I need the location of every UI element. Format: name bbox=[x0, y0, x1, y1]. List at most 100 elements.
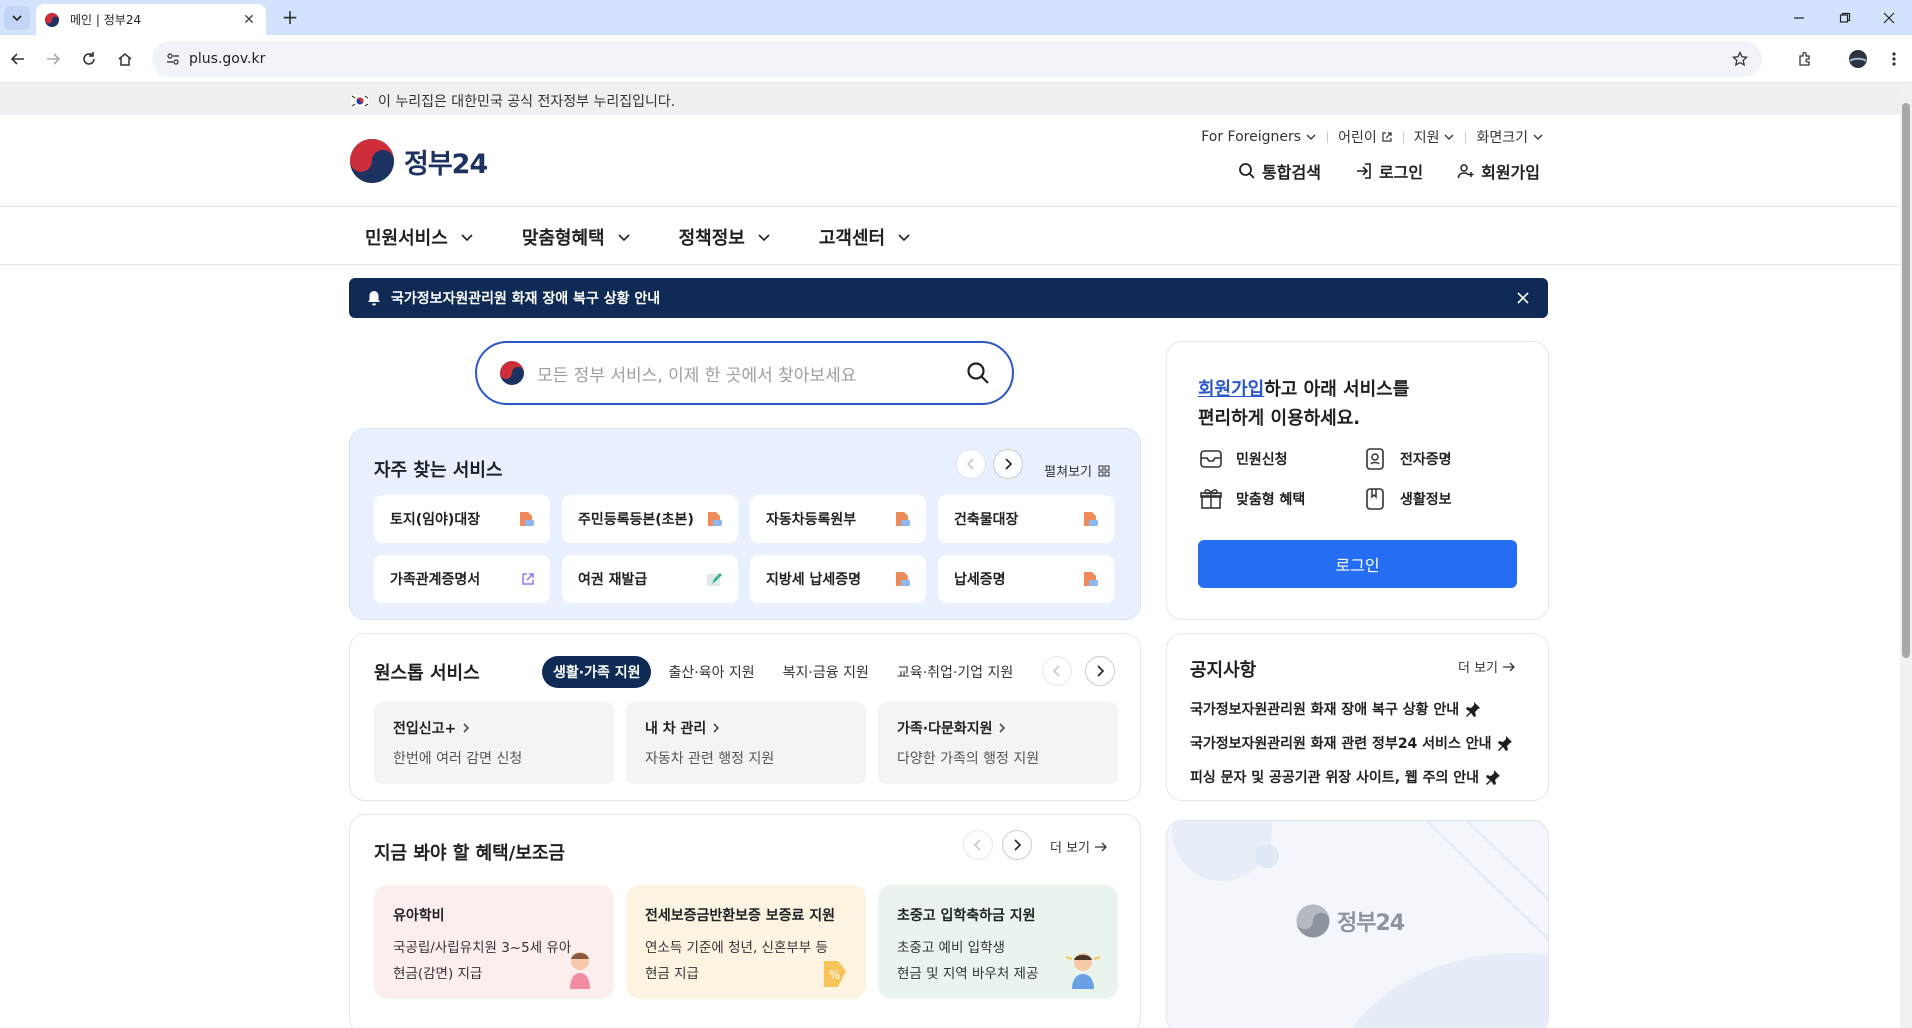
bookmark-star-icon[interactable] bbox=[1732, 51, 1748, 67]
search-input[interactable]: 모든 정부 서비스, 이제 한 곳에서 찾아보세요 bbox=[537, 361, 966, 386]
banner-logo-text: 정부24 bbox=[1337, 911, 1405, 936]
notice-title: 공지사항 bbox=[1190, 660, 1257, 681]
restore-icon[interactable] bbox=[1822, 0, 1868, 35]
site-info-icon[interactable] bbox=[165, 51, 181, 67]
extensions-icon[interactable] bbox=[1793, 47, 1817, 71]
browser-menu-icon[interactable] bbox=[1882, 47, 1906, 71]
chevron-down-icon bbox=[461, 234, 473, 242]
service-life-info[interactable]: 생활정보 bbox=[1362, 486, 1512, 512]
signup-inline-link[interactable]: 회원가입 bbox=[1198, 379, 1264, 400]
chevron-down-icon bbox=[898, 234, 910, 242]
unified-search-label: 통합검색 bbox=[1262, 163, 1321, 182]
service-label: 지방세 납세증명 bbox=[766, 572, 862, 588]
next-arrow-button[interactable] bbox=[1085, 656, 1115, 686]
frequent-service-item[interactable]: 가족관계증명서 bbox=[374, 555, 550, 603]
frequent-service-item[interactable]: 납세증명 bbox=[938, 555, 1114, 603]
benefit-item[interactable]: 전세보증금반환보증 보증료 지원 연소득 기준에 청년, 신혼부부 등 현금 지급… bbox=[626, 885, 866, 999]
notice-item[interactable]: 국가정보자원관리원 화재 장애 복구 상황 안내 bbox=[1190, 692, 1513, 726]
next-arrow-button[interactable] bbox=[993, 449, 1023, 479]
service-civil-application[interactable]: 민원신청 bbox=[1198, 446, 1362, 472]
gov24-emblem-icon bbox=[1296, 904, 1330, 938]
kids-link[interactable]: 어린이 bbox=[1338, 127, 1393, 147]
notice-item[interactable]: 국가정보자원관리원 화재 관련 정부24 서비스 안내 bbox=[1190, 726, 1513, 760]
support-menu[interactable]: 지원 bbox=[1414, 127, 1456, 147]
onestop-item-title: 가족·다문화지원 bbox=[897, 721, 993, 737]
gnb-custom-benefits[interactable]: 맞춤형혜택 bbox=[522, 224, 631, 250]
forward-icon[interactable] bbox=[41, 47, 65, 71]
gift-icon bbox=[1200, 489, 1222, 509]
for-foreigners-menu[interactable]: For Foreigners bbox=[1201, 129, 1317, 145]
promo-banner[interactable]: 정부24 bbox=[1166, 820, 1549, 1028]
frequent-service-item[interactable]: 토지(임야)대장 bbox=[374, 495, 550, 543]
benefits-more-link[interactable]: 더 보기 bbox=[1050, 837, 1108, 856]
search-icon[interactable] bbox=[966, 361, 990, 385]
tab-title: 메인 | 정부24 bbox=[70, 13, 142, 27]
login-promo-message: 회원가입하고 아래 서비스를 편리하게 이용하세요. bbox=[1198, 375, 1409, 433]
reload-icon[interactable] bbox=[77, 47, 101, 71]
unified-search-link[interactable]: 통합검색 bbox=[1238, 159, 1321, 183]
chevron-left-icon bbox=[966, 458, 974, 470]
gnb-policy-info[interactable]: 정책정보 bbox=[679, 224, 771, 250]
tab-close-icon[interactable]: ✕ bbox=[240, 11, 258, 29]
benefit-title: 초중고 입학축하금 지원 bbox=[897, 908, 1036, 924]
tab-education-jobs[interactable]: 교육·취업·기업 지원 bbox=[886, 656, 1024, 688]
support-label: 지원 bbox=[1413, 130, 1440, 146]
minimize-icon[interactable] bbox=[1776, 0, 1822, 35]
main-search-box[interactable]: 모든 정부 서비스, 이제 한 곳에서 찾아보세요 bbox=[475, 341, 1014, 405]
gnb-customer-center[interactable]: 고객센터 bbox=[819, 224, 911, 250]
login-link[interactable]: 로그인 bbox=[1355, 159, 1423, 183]
expand-view-button[interactable]: 펼쳐보기 bbox=[1044, 461, 1110, 480]
home-icon[interactable] bbox=[113, 47, 137, 71]
document-icon bbox=[520, 512, 534, 526]
prev-arrow-button[interactable] bbox=[963, 830, 993, 860]
tab-life-family[interactable]: 생활·가족 지원 bbox=[542, 656, 652, 688]
benefit-item[interactable]: 유아학비 국공립/사립유치원 3~5세 유아 현금(감면) 지급 bbox=[374, 885, 614, 999]
login-button[interactable]: 로그인 bbox=[1198, 540, 1517, 588]
next-arrow-button[interactable] bbox=[1002, 830, 1032, 860]
frequent-service-item[interactable]: 주민등록등본(초본) bbox=[562, 495, 738, 543]
tab-search-button[interactable] bbox=[4, 6, 30, 30]
notice-more-link[interactable]: 더 보기 bbox=[1458, 657, 1516, 676]
browser-tabstrip: 메인 | 정부24 ✕ + bbox=[0, 0, 1912, 35]
window-close-icon[interactable] bbox=[1866, 0, 1912, 35]
frequent-service-item[interactable]: 지방세 납세증명 bbox=[750, 555, 926, 603]
chevron-right-icon bbox=[713, 723, 720, 733]
user-plus-icon bbox=[1457, 164, 1474, 179]
frequent-service-item[interactable]: 자동차등록원부 bbox=[750, 495, 926, 543]
chevron-down-icon bbox=[1533, 134, 1543, 140]
notice-item[interactable]: 피싱 문자 및 공공기관 위장 사이트, 웹 주의 안내 bbox=[1190, 760, 1513, 794]
page-scrollbar[interactable] bbox=[1900, 83, 1912, 1028]
frequent-service-item[interactable]: 건축물대장 bbox=[938, 495, 1114, 543]
new-tab-button[interactable]: + bbox=[278, 7, 302, 29]
frequent-service-item[interactable]: 여권 재발급 bbox=[562, 555, 738, 603]
onestop-item[interactable]: 내 차 관리 자동차 관련 행정 지원 bbox=[626, 702, 866, 784]
site-logo[interactable]: 정부24 bbox=[348, 137, 488, 185]
browser-tab-active[interactable]: 메인 | 정부24 ✕ bbox=[36, 4, 266, 35]
service-digital-certificate[interactable]: 전자증명 bbox=[1362, 446, 1512, 472]
signup-link[interactable]: 회원가입 bbox=[1457, 159, 1540, 183]
notice-list: 국가정보자원관리원 화재 장애 복구 상황 안내 국가정보자원관리원 화재 관련… bbox=[1190, 692, 1513, 794]
service-custom-benefits[interactable]: 맞춤형 혜택 bbox=[1198, 486, 1362, 512]
profile-avatar[interactable] bbox=[1846, 47, 1870, 71]
notice-alert-bar[interactable]: 국가정보자원관리원 화재 장애 복구 상황 안내 bbox=[349, 278, 1548, 318]
scrollbar-thumb[interactable] bbox=[1902, 103, 1910, 658]
benefit-item[interactable]: 초중고 입학축하금 지원 초중고 예비 입학생 현금 및 지역 바우처 제공 bbox=[878, 885, 1118, 999]
divider bbox=[1465, 131, 1467, 143]
gnb-civil-services[interactable]: 민원서비스 bbox=[365, 224, 474, 250]
screen-size-menu[interactable]: 화면크기 bbox=[1476, 127, 1544, 147]
onestop-title: 원스톱 서비스 bbox=[374, 663, 480, 684]
back-icon[interactable] bbox=[6, 47, 30, 71]
onestop-item[interactable]: 가족·다문화지원 다양한 가족의 행정 지원 bbox=[878, 702, 1118, 784]
close-icon[interactable] bbox=[1516, 291, 1530, 305]
prev-arrow-button[interactable] bbox=[1042, 656, 1072, 686]
for-foreigners-label: For Foreigners bbox=[1201, 129, 1302, 145]
gov24-emblem-icon bbox=[500, 361, 524, 385]
onestop-item[interactable]: 전입신고+ 한번에 여러 감면 신청 bbox=[374, 702, 614, 784]
address-bar[interactable]: plus.gov.kr bbox=[152, 41, 1762, 77]
prev-arrow-button[interactable] bbox=[956, 449, 986, 479]
document-icon bbox=[896, 512, 910, 526]
tab-welfare-finance[interactable]: 복지·금융 지원 bbox=[772, 656, 880, 688]
service-label: 전자증명 bbox=[1400, 452, 1452, 468]
gnb-label: 맞춤형혜택 bbox=[521, 228, 605, 249]
tab-birth-childcare[interactable]: 출산·육아 지원 bbox=[657, 656, 765, 688]
